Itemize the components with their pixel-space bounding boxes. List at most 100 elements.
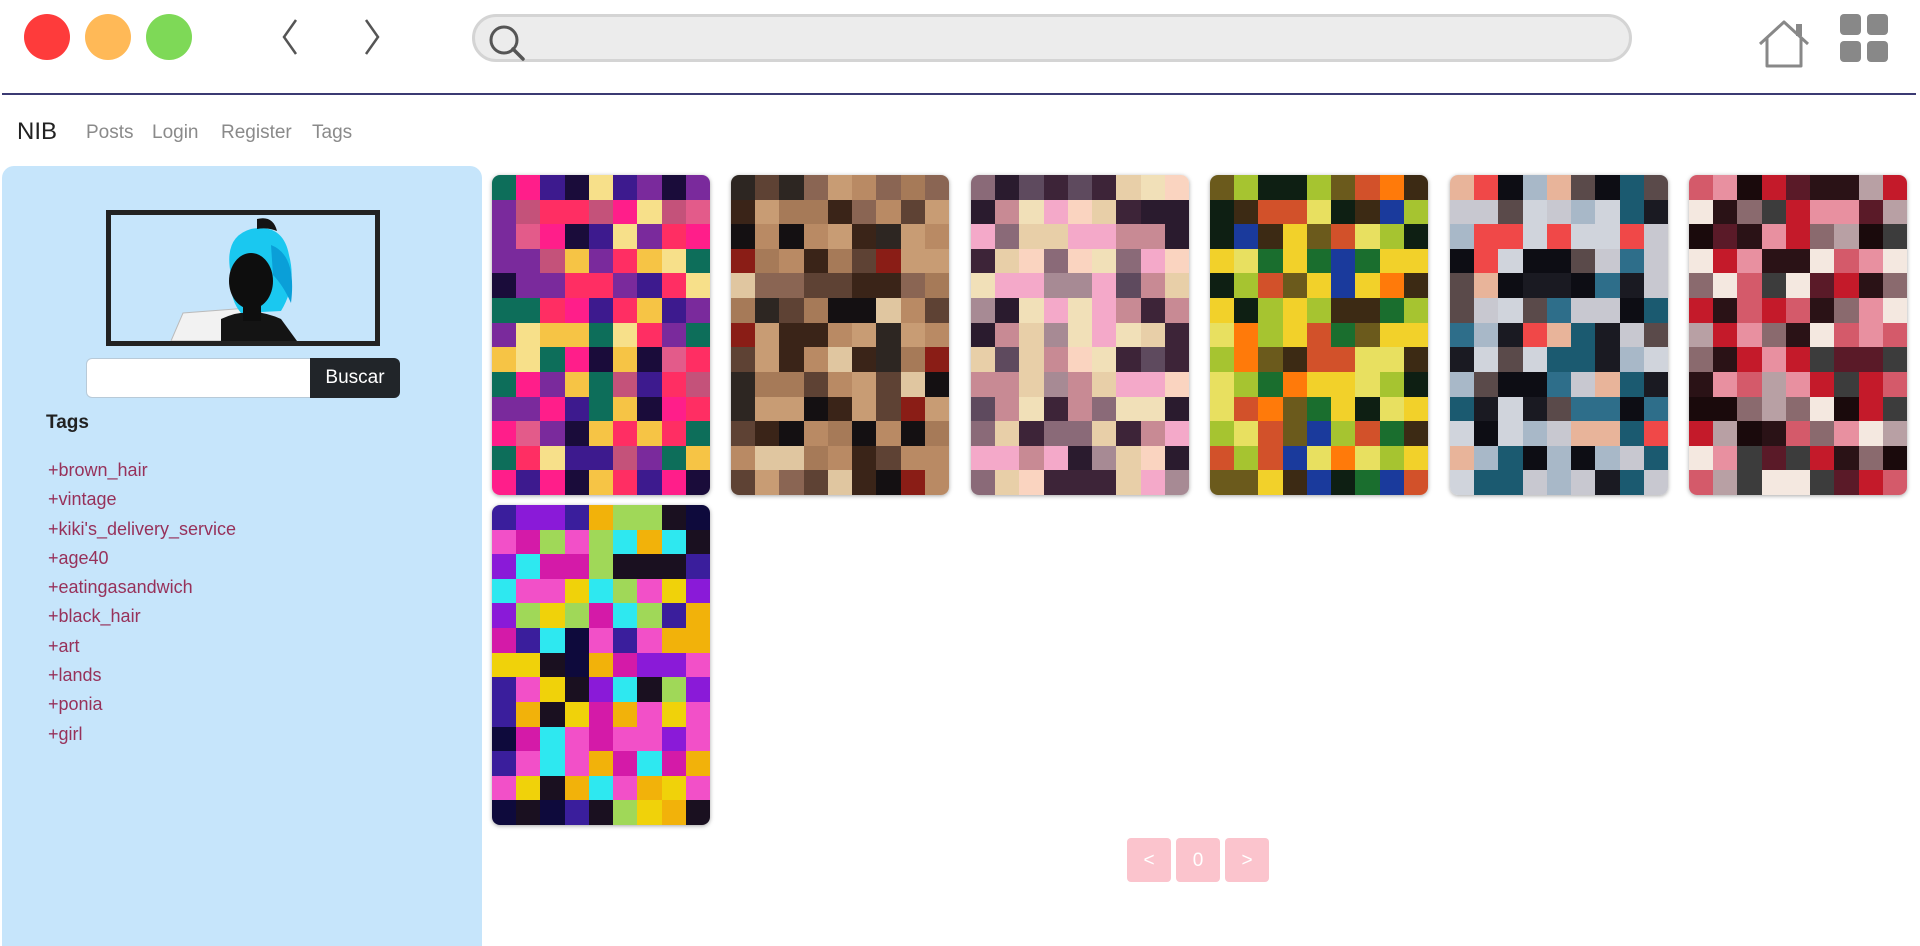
thumbnail-pixel: [1571, 396, 1596, 422]
thumbnail-pixel: [685, 322, 710, 348]
thumbnail-pixel: [1689, 248, 1714, 274]
thumbnail-pixel: [1522, 396, 1547, 422]
post-thumbnail[interactable]: [731, 175, 949, 495]
tag-link[interactable]: +brown_hair: [48, 460, 236, 489]
thumbnail-pixel: [492, 505, 517, 530]
thumbnail-pixel: [1043, 175, 1068, 200]
thumbnail-pixel: [1019, 371, 1044, 397]
thumbnail-pixel: [876, 248, 901, 274]
thumbnail-pixel: [564, 322, 589, 348]
tag-link[interactable]: +art: [48, 636, 236, 665]
thumbnail-pixel: [1067, 445, 1093, 471]
next-page-button[interactable]: >: [1225, 838, 1269, 882]
thumbnail-pixel: [1258, 347, 1283, 372]
post-thumbnail[interactable]: [971, 175, 1189, 495]
thumbnail-pixel: [1282, 421, 1307, 446]
tag-link[interactable]: +lands: [48, 665, 236, 694]
maximize-window-button[interactable]: [146, 14, 192, 60]
close-window-button[interactable]: [24, 14, 70, 60]
thumbnail-pixel: [540, 578, 565, 604]
thumbnail-pixel: [685, 224, 710, 249]
thumbnail-pixel: [1689, 371, 1714, 397]
minimize-window-button[interactable]: [85, 14, 131, 60]
thumbnail-pixel: [1474, 347, 1499, 372]
thumbnail-pixel: [1737, 273, 1762, 299]
thumbnail-pixel: [1882, 470, 1907, 495]
thumbnail-pixel: [1210, 421, 1235, 446]
thumbnail-pixel: [588, 371, 614, 397]
thumbnail-pixel: [661, 554, 686, 579]
nav-link-posts[interactable]: Posts: [86, 122, 134, 144]
thumbnail-pixel: [731, 347, 756, 372]
thumbnail-pixel: [1619, 445, 1644, 471]
thumbnail-pixel: [1258, 298, 1283, 323]
thumbnail-pixel: [1116, 175, 1141, 200]
thumbnail-pixel: [1043, 396, 1068, 422]
tag-link[interactable]: +age40: [48, 548, 236, 577]
thumbnail-pixel: [779, 322, 804, 348]
thumbnail-pixel: [971, 322, 996, 348]
thumbnail-pixel: [637, 224, 662, 249]
thumbnail-pixel: [1571, 421, 1596, 446]
home-icon[interactable]: [1756, 16, 1812, 70]
thumbnail-pixel: [1210, 273, 1235, 299]
thumbnail-pixel: [1331, 224, 1356, 249]
thumbnail-pixel: [852, 421, 877, 446]
thumbnail-pixel: [1331, 470, 1356, 495]
thumbnail-pixel: [1737, 347, 1762, 372]
post-thumbnail[interactable]: [1210, 175, 1428, 495]
thumbnail-pixel: [637, 578, 662, 604]
prev-page-button[interactable]: <: [1127, 838, 1171, 882]
thumbnail-pixel: [995, 421, 1020, 446]
thumbnail-pixel: [661, 751, 686, 776]
search-button[interactable]: Buscar: [310, 358, 400, 398]
thumbnail-pixel: [637, 701, 662, 727]
thumbnail-pixel: [803, 199, 828, 225]
thumbnail-pixel: [1713, 371, 1738, 397]
thumbnail-pixel: [1737, 421, 1762, 446]
thumbnail-pixel: [1210, 445, 1235, 471]
thumbnail-pixel: [1234, 396, 1259, 422]
nav-link-register[interactable]: Register: [221, 122, 292, 144]
thumbnail-pixel: [492, 701, 517, 727]
nav-link-tags[interactable]: Tags: [312, 122, 352, 144]
nav-link-login[interactable]: Login: [152, 122, 199, 144]
thumbnail-pixel: [637, 628, 662, 653]
thumbnail-pixel: [685, 800, 710, 825]
tag-link[interactable]: +girl: [48, 724, 236, 753]
tag-link[interactable]: +black_hair: [48, 606, 236, 635]
thumbnail-pixel: [637, 800, 662, 825]
thumbnail-pixel: [613, 628, 638, 653]
tag-link[interactable]: +vintage: [48, 489, 236, 518]
thumbnail-pixel: [1761, 396, 1786, 422]
thumbnail-pixel: [1643, 273, 1668, 299]
thumbnail-pixel: [755, 248, 780, 274]
current-page-button[interactable]: 0: [1176, 838, 1220, 882]
forward-arrow-icon[interactable]: [352, 12, 392, 62]
thumbnail-pixel: [1689, 298, 1714, 323]
thumbnail-pixel: [637, 396, 662, 422]
thumbnail-pixel: [1164, 224, 1189, 249]
thumbnail-pixel: [876, 199, 901, 225]
tag-search-input[interactable]: [86, 358, 312, 398]
tag-link[interactable]: +eatingasandwich: [48, 577, 236, 606]
thumbnail-pixel: [1858, 273, 1883, 299]
post-thumbnail[interactable]: [492, 505, 710, 825]
thumbnail-pixel: [1474, 224, 1499, 249]
post-thumbnail[interactable]: [492, 175, 710, 495]
post-thumbnail[interactable]: [1689, 175, 1907, 495]
thumbnail-pixel: [1379, 175, 1404, 200]
thumbnail-pixel: [540, 701, 565, 727]
thumbnail-pixel: [1737, 224, 1762, 249]
brand-logo[interactable]: NIB: [17, 118, 57, 146]
thumbnail-pixel: [613, 273, 638, 299]
tag-link[interactable]: +kiki's_delivery_service: [48, 519, 236, 548]
thumbnail-pixel: [1785, 470, 1811, 495]
thumbnail-pixel: [1210, 298, 1235, 323]
apps-grid-icon[interactable]: [1840, 14, 1888, 62]
thumbnail-pixel: [1258, 199, 1283, 225]
back-arrow-icon[interactable]: [270, 12, 310, 62]
address-bar[interactable]: [472, 14, 1632, 62]
tag-link[interactable]: +ponia: [48, 694, 236, 723]
post-thumbnail[interactable]: [1450, 175, 1668, 495]
